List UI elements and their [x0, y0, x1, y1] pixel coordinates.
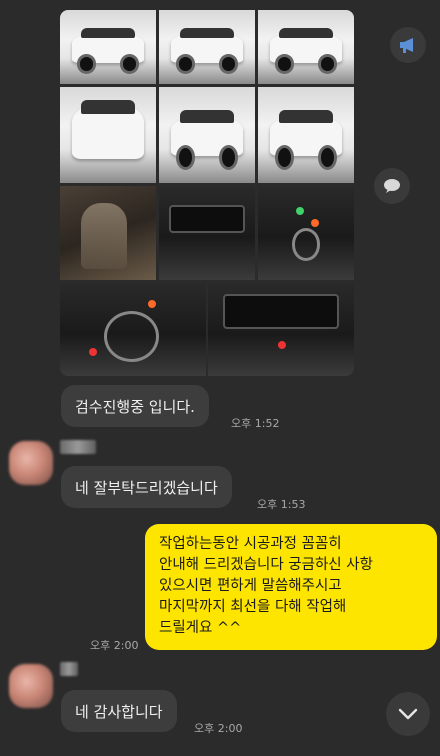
- message-line: 안내해 드리겠습니다 궁금하신 사항: [159, 557, 373, 573]
- announce-button[interactable]: [390, 27, 426, 63]
- message-line: 드릴게요 ^^: [159, 620, 242, 636]
- photo-interior-dashboard[interactable]: [159, 186, 255, 280]
- message-text: 네 잘부탁드리겠습니다: [75, 478, 218, 497]
- message-line: 마지막까지 최선을 다해 작업해: [159, 599, 347, 615]
- message-time: 오후 1:53: [257, 498, 306, 511]
- photo-instrument-cluster[interactable]: [258, 186, 354, 280]
- photo-car-rear[interactable]: [60, 87, 156, 183]
- photo-car-side-front[interactable]: [159, 10, 255, 84]
- sender-name: [60, 662, 78, 676]
- photo-car-rear-quarter[interactable]: [258, 10, 354, 84]
- photo-car-front[interactable]: [60, 10, 156, 84]
- my-message-bubble[interactable]: 작업하는동안 시공과정 꼼꼼히 안내해 드리겠습니다 궁금하신 사항 있으시면 …: [145, 524, 437, 650]
- photo-album[interactable]: [60, 10, 354, 376]
- scroll-down-button[interactable]: [386, 692, 430, 736]
- avatar[interactable]: [9, 664, 53, 708]
- share-button[interactable]: [374, 168, 410, 204]
- photo-car-side[interactable]: [159, 87, 255, 183]
- message-text: 검수진행중 입니다.: [75, 397, 195, 416]
- photo-center-console[interactable]: [208, 283, 354, 376]
- message-bubble[interactable]: 검수진행중 입니다.: [61, 385, 209, 427]
- message-bubble[interactable]: 네 감사합니다: [61, 690, 177, 732]
- message-time: 오후 2:00: [90, 639, 139, 652]
- photo-cluster-closeup[interactable]: [60, 283, 206, 376]
- megaphone-icon: [400, 38, 413, 53]
- avatar[interactable]: [9, 441, 53, 485]
- sender-name: [60, 440, 96, 454]
- message-line: 있으시면 편하게 말씀해주시고: [159, 578, 342, 594]
- chevron-down-icon: [398, 708, 418, 720]
- message-time: 오후 2:00: [194, 722, 243, 735]
- message-text: 네 감사합니다: [75, 702, 163, 721]
- message-time: 오후 1:52: [231, 417, 280, 430]
- message-bubble[interactable]: 네 잘부탁드리겠습니다: [61, 466, 232, 508]
- speech-bubble-icon: [384, 179, 400, 193]
- photo-car-side-rear[interactable]: [258, 87, 354, 183]
- photo-interior-seats[interactable]: [60, 186, 156, 280]
- message-line: 작업하는동안 시공과정 꼼꼼히: [159, 536, 342, 552]
